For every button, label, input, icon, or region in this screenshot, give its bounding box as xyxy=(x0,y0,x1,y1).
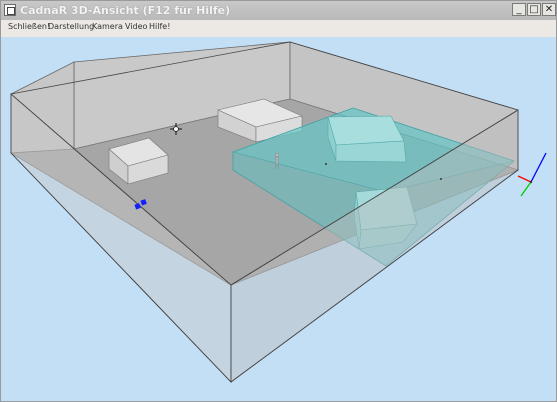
app-icon[interactable] xyxy=(4,4,16,16)
menu-bar: Schließen! Darstellung Kamera Video Hilf… xyxy=(1,20,556,37)
axis-gizmo-icon xyxy=(517,152,547,197)
maximize-button[interactable]: □ xyxy=(527,3,541,16)
minimize-button[interactable]: _ xyxy=(512,3,526,16)
menu-display[interactable]: Darstellung xyxy=(48,22,94,31)
title-bar[interactable]: CadnaR 3D-Ansicht (F12 für Hilfe) _ □ ✕ xyxy=(1,1,556,21)
3d-viewport[interactable] xyxy=(1,37,556,401)
cyan-box-top[interactable] xyxy=(327,115,405,146)
menu-close[interactable]: Schließen! xyxy=(8,22,50,31)
menu-help[interactable]: Hilfe! xyxy=(149,22,170,31)
menu-video[interactable]: Video xyxy=(125,22,147,31)
3d-scene[interactable] xyxy=(1,37,556,401)
window-title: CadnaR 3D-Ansicht (F12 für Hilfe) xyxy=(20,4,231,17)
menu-camera[interactable]: Kamera xyxy=(92,22,123,31)
close-button[interactable]: ✕ xyxy=(542,3,556,16)
app-window: CadnaR 3D-Ansicht (F12 für Hilfe) _ □ ✕ … xyxy=(0,0,557,402)
